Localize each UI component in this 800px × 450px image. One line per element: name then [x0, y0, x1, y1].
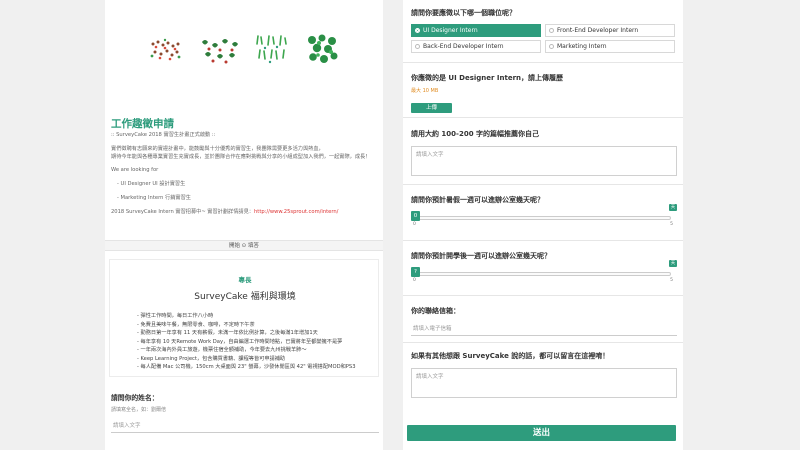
- benefit-item: - 每人配備 Mac 公司機，150cm 大桌面與 23" 螢幕，沙發休閒區與 …: [137, 364, 356, 370]
- divider: [403, 240, 683, 241]
- intro-panel: 工作趣徵申請 :: SurveyCake 2018 實習生計畫正式啟動 :: 實…: [105, 0, 383, 450]
- slider-min: 0: [413, 222, 416, 227]
- benefit-item: - 一年兩次海內外員工旅遊，機票住宿全額補助，今年要去九州挑戰羊肺～: [137, 347, 307, 353]
- divider: [403, 117, 683, 118]
- option-label: Back-End Developer Intern: [423, 43, 504, 50]
- option-label: UI Designer Intern: [423, 27, 478, 34]
- divider: [403, 184, 683, 185]
- name-input[interactable]: 請填入文字: [111, 419, 379, 433]
- benefits-card: 專長 SurveyCake 福利與環境 - 彈性工作時間，每日工作八小時 - 免…: [109, 259, 379, 377]
- self-intro-question: 請用大約 100-200 字的篇幅推薦你自己: [411, 130, 540, 138]
- slider-handle[interactable]: 0: [411, 211, 420, 221]
- plant-illustration: [105, 0, 383, 110]
- intro-paragraph-1: 實們徵聘有志願來的實證計畫中，能鼓勵與十分優秀的實習生，我團隊需要更多活力與熱血…: [111, 146, 324, 152]
- intern-site-link[interactable]: http://www.25sprout.com/intern/: [254, 209, 338, 215]
- slider-handle[interactable]: ?: [411, 267, 420, 277]
- role-item-ui: - UI Designer UI 設計實習生: [117, 181, 186, 187]
- intern-site-line: 2018 SurveyCake Intern 實習招募中~ 實習計劃詳情請見：h…: [111, 209, 373, 216]
- benefit-item: - 勤務日第一年享有 11 天有薪假，未滿一年依比例計算，之後每滿1年增加1天: [137, 330, 318, 336]
- self-intro-block: 請用大約 100-200 字的篇幅推薦你自己 請填入文字: [411, 129, 679, 176]
- name-hint: 請填寫全名，如：劉爾倍: [111, 407, 167, 413]
- name-question: 請問你的姓名：: [111, 394, 159, 402]
- slider-max: 5: [670, 278, 673, 283]
- survey-page: 工作趣徵申請 :: SurveyCake 2018 實習生計畫正式啟動 :: 實…: [0, 0, 800, 450]
- divider: [403, 295, 683, 296]
- benefits-kicker: 專長: [238, 276, 252, 284]
- name-question-block: 請問你的姓名： 請填寫全名，如：劉爾倍 請填入文字: [111, 392, 379, 433]
- background-left: [0, 0, 105, 450]
- intro-line: :: SurveyCake 2018 實習生計畫正式啟動 ::: [111, 132, 216, 138]
- benefits-title: SurveyCake 福利與環境: [194, 292, 296, 302]
- unit-badge: 天: [669, 260, 677, 267]
- radio-icon: [549, 28, 554, 33]
- semester-days-slider[interactable]: 天 ? 0 5: [411, 260, 677, 286]
- radio-icon: [549, 44, 554, 49]
- radio-selected-icon: [415, 28, 420, 33]
- resume-question: 你應徵的是 UI Designer Intern，請上傳履歷: [411, 74, 564, 82]
- upload-button[interactable]: 上傳: [411, 103, 452, 113]
- message-question: 如果有其他想跟 SurveyCake 說的話，都可以留言在這裡唷！: [411, 352, 610, 360]
- plants-icon: [150, 34, 338, 64]
- email-block: 你的聯絡信箱： 請填入電子信箱: [411, 306, 679, 336]
- radio-icon: [415, 44, 420, 49]
- resume-size-note: 最大 10 MB: [411, 88, 439, 94]
- page-title: 工作趣徵申請: [111, 118, 174, 130]
- slider-min: 0: [413, 278, 416, 283]
- unit-badge: 天: [669, 204, 677, 211]
- summer-days-slider[interactable]: 天 0 0 5: [411, 204, 677, 230]
- option-label: Front-End Developer Intern: [557, 27, 639, 34]
- self-intro-textarea[interactable]: 請填入文字: [411, 146, 677, 176]
- benefit-item: - 彈性工作時間，每日工作八小時: [137, 313, 214, 319]
- benefit-item: - 免費且美味午餐，無限零食、咖啡，不定時下午茶: [137, 321, 255, 328]
- message-textarea[interactable]: 請填入文字: [411, 368, 677, 398]
- form-panel: 請問你要應徵以下哪一個職位呢？ UI Designer Intern Front…: [403, 0, 683, 450]
- looking-for-label: We are looking for: [111, 167, 159, 173]
- option-marketing[interactable]: Marketing Intern: [545, 40, 675, 53]
- benefit-item: - Keep Learning Project，包含購買書籍、課程等皆可申請補助: [137, 355, 286, 362]
- message-block: 如果有其他想跟 SurveyCake 說的話，都可以留言在這裡唷！ 請填入文字: [411, 351, 679, 398]
- start-answer-bar[interactable]: 開始 ⊙ 填答: [105, 240, 383, 251]
- option-frontend[interactable]: Front-End Developer Intern: [545, 24, 675, 37]
- intro-paragraph-2: 期待今年能與各種專業實習生充實成長，並於團隊合作在應對挑戰與分享的小組成型加入我…: [111, 154, 371, 160]
- option-label: Marketing Intern: [557, 43, 607, 50]
- divider: [403, 62, 683, 63]
- slider2-question: 請問你預計開學後一週可以進辦公室幾天呢？: [411, 252, 551, 260]
- slider-track[interactable]: [415, 272, 671, 276]
- slider-max: 5: [670, 222, 673, 227]
- option-backend[interactable]: Back-End Developer Intern: [411, 40, 541, 53]
- role-item-marketing: - Marketing Intern 行銷實習生: [117, 195, 191, 201]
- background-middle: [383, 0, 403, 450]
- resume-block: 你應徵的是 UI Designer Intern，請上傳履歷 最大 10 MB …: [411, 73, 679, 113]
- submit-button[interactable]: 送出: [407, 425, 676, 441]
- slider1-question: 請問你預計暑假一週可以進辦公室幾天呢？: [411, 196, 544, 204]
- position-question: 請問你要應徵以下哪一個職位呢？: [411, 9, 516, 17]
- background-right: [683, 0, 800, 450]
- option-ui-designer[interactable]: UI Designer Intern: [411, 24, 541, 37]
- intern-site-prefix: 2018 SurveyCake Intern 實習招募中~ 實習計劃詳情請見：: [111, 209, 254, 215]
- divider: [403, 342, 683, 343]
- email-input[interactable]: 請填入電子信箱: [411, 322, 677, 336]
- benefits-list: - 彈性工作時間，每日工作八小時 - 免費且美味午餐，無限零食、咖啡，不定時下午…: [137, 312, 377, 372]
- benefit-item: - 每年享有 10 天Remote Work Day，自由編選工作時間地點，已實…: [137, 338, 343, 345]
- slider-track[interactable]: [415, 216, 671, 220]
- email-question: 你的聯絡信箱：: [411, 307, 460, 315]
